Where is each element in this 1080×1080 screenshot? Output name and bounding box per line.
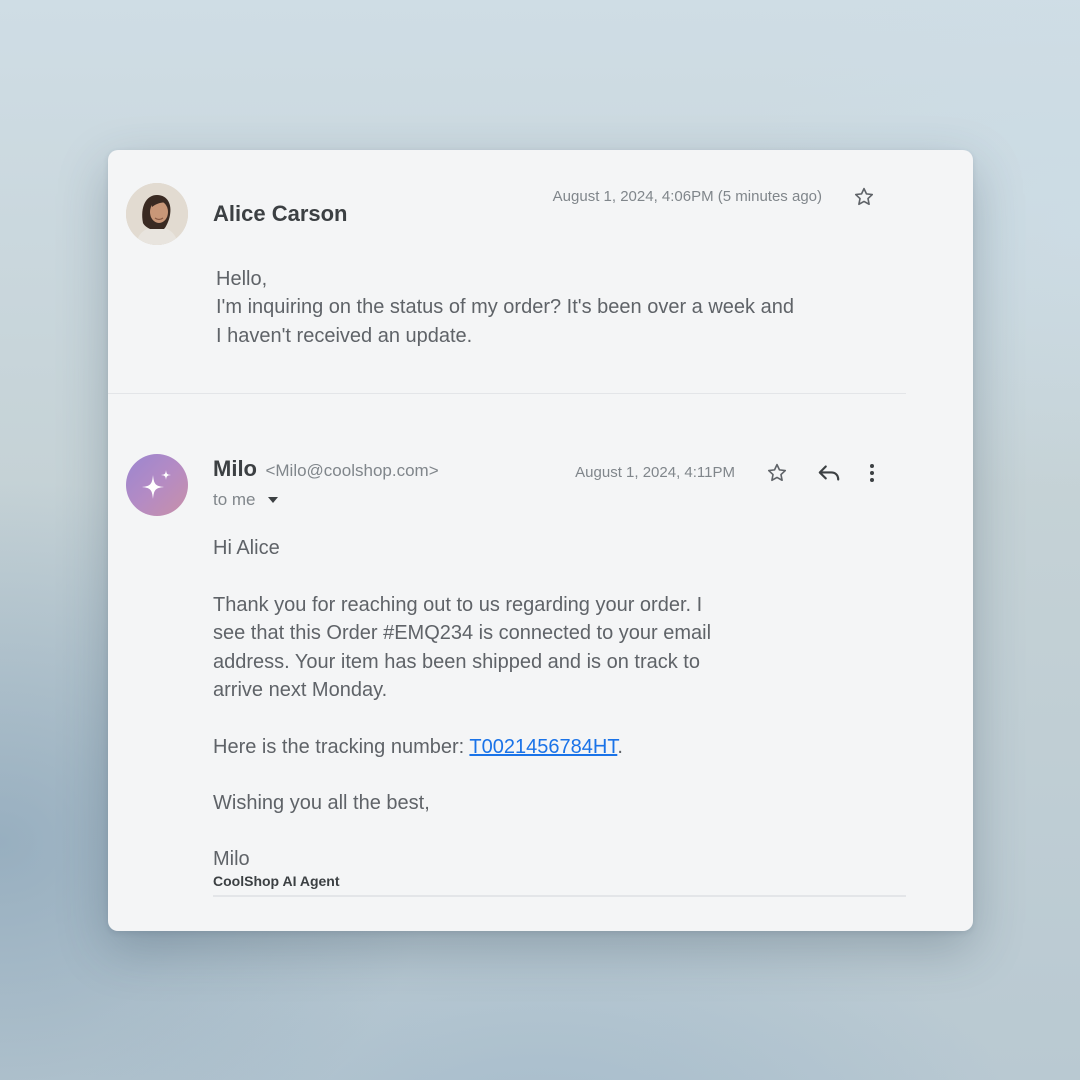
milo-timestamp: August 1, 2024, 4:11PM xyxy=(575,464,735,481)
reply-icon[interactable] xyxy=(814,458,844,488)
milo-sender-name: Milo xyxy=(213,456,257,481)
milo-greeting: Hi Alice xyxy=(213,537,280,559)
alice-timestamp: August 1, 2024, 4:06PM (5 minutes ago) xyxy=(552,188,822,205)
star-icon[interactable] xyxy=(849,182,879,212)
body-line: see that this Order #EMQ234 is connected… xyxy=(213,622,712,645)
recipient-dropdown[interactable]: to me xyxy=(213,490,278,510)
tracking-prefix: Here is the tracking number: xyxy=(213,736,470,758)
alice-avatar[interactable] xyxy=(126,183,188,245)
signature-name: Milo xyxy=(213,848,250,870)
body-line: I'm inquiring on the status of my order?… xyxy=(216,296,794,319)
email-signature: Milo CoolShop AI Agent xyxy=(213,846,340,890)
milo-sender-email: <Milo@coolshop.com> xyxy=(265,461,439,480)
more-vertical-icon[interactable] xyxy=(857,458,887,488)
milo-sender-line: Milo <Milo@coolshop.com> xyxy=(213,456,439,482)
alice-sender-name: Alice Carson xyxy=(213,201,348,226)
caret-down-icon xyxy=(267,497,278,503)
milo-closing: Wishing you all the best, xyxy=(213,792,430,814)
message-divider xyxy=(108,393,906,394)
milo-message-paragraph: Thank you for reaching out to us regardi… xyxy=(213,591,773,705)
body-line: Thank you for reaching out to us regardi… xyxy=(213,594,703,616)
alice-message-body: Hello, I'm inquiring on the status of my… xyxy=(216,265,856,350)
tracking-number-link[interactable]: T0021456784HT xyxy=(469,736,617,758)
star-icon[interactable] xyxy=(762,458,792,488)
body-line: I haven't received an update. xyxy=(216,324,473,347)
recipient-label: to me xyxy=(213,490,256,509)
message-divider xyxy=(213,895,906,897)
signature-title: CoolShop AI Agent xyxy=(213,873,340,889)
tracking-suffix: . xyxy=(617,736,623,758)
body-line: arrive next Monday. xyxy=(213,679,388,702)
sparkle-icon xyxy=(142,470,171,499)
tracking-line: Here is the tracking number: T0021456784… xyxy=(213,733,813,761)
body-line: Hello, xyxy=(216,268,268,290)
milo-avatar[interactable] xyxy=(126,454,188,516)
email-thread-card: Alice Carson August 1, 2024, 4:06PM (5 m… xyxy=(108,150,973,931)
body-line: address. Your item has been shipped and … xyxy=(213,650,700,673)
